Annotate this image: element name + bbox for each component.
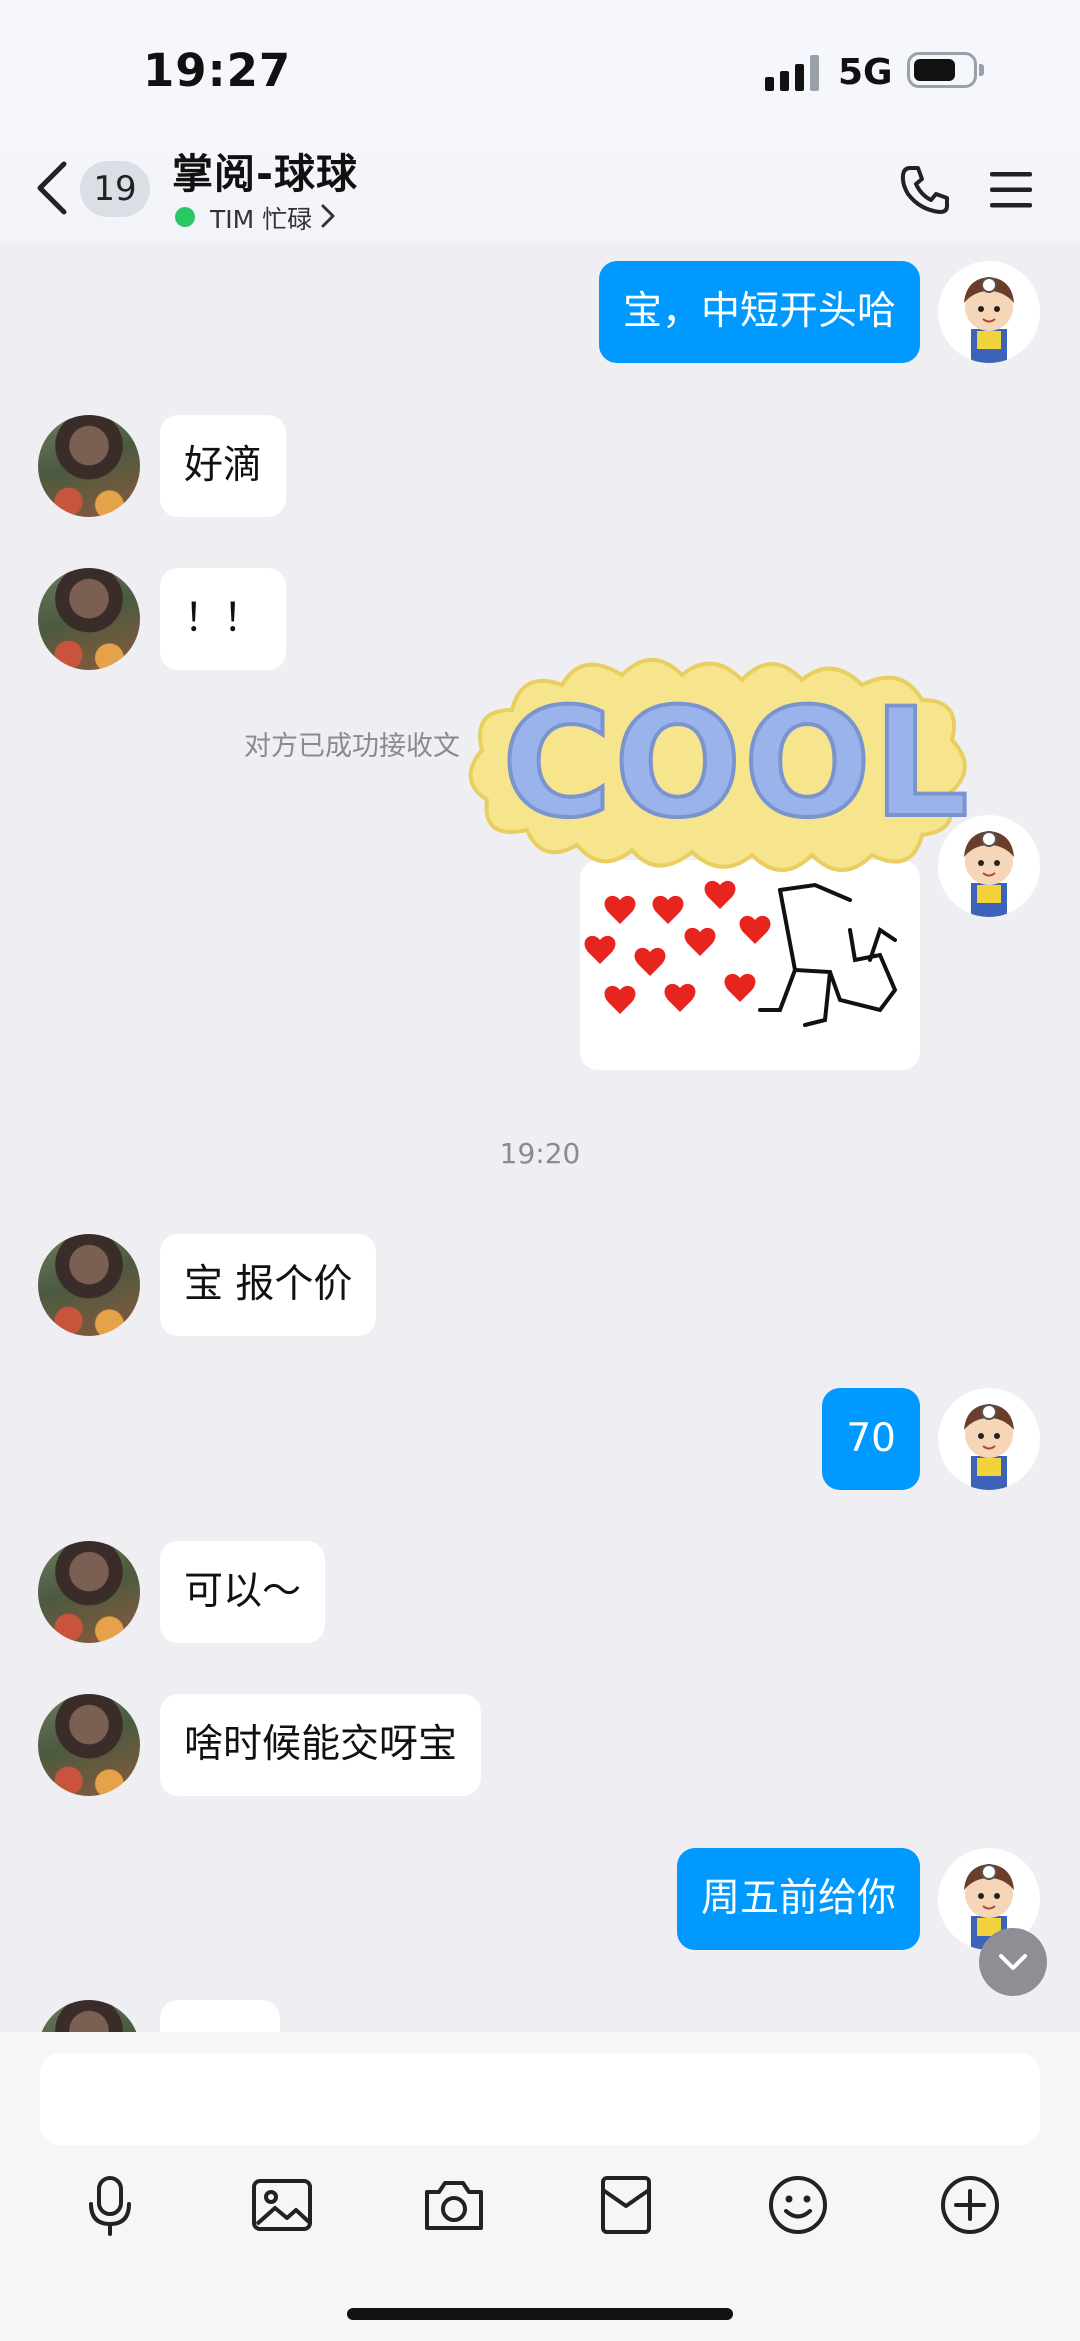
contact-avatar[interactable]	[38, 1694, 140, 1796]
cartoon-avatar-icon	[964, 1404, 1014, 1490]
plus-icon[interactable]	[937, 2172, 1003, 2238]
hearts-sticker-icon	[584, 880, 898, 1027]
system-notice: 对方已成功接收文	[244, 731, 460, 762]
red-packet-icon[interactable]	[593, 2172, 659, 2238]
chevron-down-icon	[999, 1954, 1027, 1970]
contact-status[interactable]: TIM 忙碌	[210, 200, 312, 236]
composer-bar	[0, 2032, 1080, 2341]
message-bubble-incoming[interactable]: ！！	[160, 568, 287, 670]
contact-avatar[interactable]	[38, 568, 140, 670]
online-status-dot	[175, 207, 195, 227]
image-icon[interactable]	[249, 2172, 315, 2238]
message-bubble-incoming[interactable]: 好滴	[160, 415, 287, 517]
battery-icon	[907, 52, 984, 88]
camera-icon[interactable]	[421, 2172, 487, 2238]
message-bubble-incoming[interactable]: 宝 报个价	[160, 1234, 377, 1336]
message-input[interactable]	[40, 2053, 1040, 2145]
unread-count-badge[interactable]: 19	[80, 161, 150, 217]
sticker-message[interactable]	[580, 860, 920, 1070]
cool-sticker-icon: COOL	[468, 658, 971, 872]
cartoon-avatar-icon	[964, 277, 1014, 363]
status-time: 19:27	[143, 44, 292, 97]
signal-icon	[765, 55, 823, 91]
my-avatar[interactable]	[938, 261, 1040, 363]
cool-text: COOL	[502, 677, 971, 851]
network-type: 5G	[838, 52, 893, 93]
message-bubble-outgoing[interactable]: 宝，中短开头哈	[598, 261, 920, 363]
contact-avatar[interactable]	[38, 1541, 140, 1643]
message-bubble-incoming[interactable]: 啥时候能交呀宝	[160, 1694, 482, 1796]
contact-avatar[interactable]	[38, 1234, 140, 1336]
message-bubble-outgoing[interactable]: 70	[822, 1388, 920, 1490]
phone-icon[interactable]	[896, 162, 952, 218]
message-bubble-outgoing[interactable]: 周五前给你	[676, 1848, 920, 1950]
chat-title[interactable]: 掌阅-球球	[172, 140, 358, 200]
emoji-icon[interactable]	[765, 2172, 831, 2238]
microphone-icon[interactable]	[77, 2172, 143, 2238]
chevron-right-icon[interactable]	[318, 200, 338, 232]
my-avatar[interactable]	[938, 1388, 1040, 1490]
home-indicator[interactable]	[347, 2308, 733, 2320]
menu-icon[interactable]	[988, 170, 1034, 210]
scroll-to-bottom-button[interactable]	[979, 1928, 1047, 1996]
contact-avatar[interactable]	[38, 415, 140, 517]
message-bubble-incoming[interactable]: 可以～	[160, 1541, 326, 1643]
top-bar: 19:27 5G 19 掌阅-球球 TIM 忙碌	[0, 0, 1080, 243]
timestamp: 19:20	[499, 1137, 581, 1170]
back-icon[interactable]	[30, 158, 74, 218]
